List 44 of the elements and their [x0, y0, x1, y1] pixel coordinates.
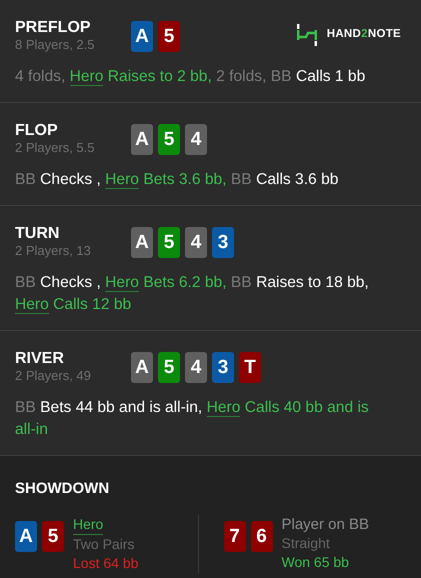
- street-title: FLOP: [15, 121, 59, 140]
- playing-card: 6: [250, 520, 272, 552]
- street-info: 2 Players, 5.5: [15, 140, 96, 155]
- playing-card: A: [15, 520, 37, 552]
- playing-card: A: [131, 352, 153, 383]
- hero-link[interactable]: Hero: [206, 399, 240, 417]
- playing-card: 4: [185, 352, 207, 383]
- action-sentence: BB Bets 44 bb and is all-in, Hero Calls 40 bb and is all-in: [15, 398, 370, 440]
- showdown-title: SHOWDOWN: [15, 479, 110, 499]
- hero-link[interactable]: Hero: [15, 296, 49, 314]
- playing-card: A: [131, 124, 153, 155]
- street-info: 2 Players, 13: [15, 243, 92, 258]
- playing-card: 3: [212, 227, 234, 258]
- playing-card: 3: [212, 352, 234, 383]
- playing-card: 5: [42, 520, 64, 552]
- player-name: Player on BB: [282, 514, 370, 534]
- playing-card: A: [131, 227, 153, 258]
- playing-card: A: [131, 21, 153, 52]
- playing-card: 4: [185, 124, 207, 155]
- action-sentence: BB Checks , Hero Bets 6.2 bb, BB Raises to 18 bb, Hero Calls 12 bb: [15, 273, 370, 316]
- playing-card: 4: [185, 227, 207, 258]
- playing-card: 7: [224, 520, 246, 552]
- street-title: TURN: [15, 224, 60, 243]
- logo-icon: [296, 24, 318, 46]
- playing-card: 5: [158, 21, 180, 52]
- hand-rank: Two Pairs: [73, 534, 136, 554]
- playing-card: 5: [158, 124, 180, 155]
- street-title: PREFLOP: [15, 18, 92, 37]
- hand-rank: Straight: [282, 534, 331, 552]
- result-text: Lost 64 bb: [73, 554, 138, 572]
- hero-link[interactable]: Hero: [70, 68, 104, 86]
- result-text: Won 65 bb: [282, 552, 350, 572]
- playing-card: 5: [158, 227, 180, 258]
- street-info: 8 Players, 2.5: [15, 37, 96, 52]
- playing-card: T: [239, 352, 261, 383]
- hero-link[interactable]: Hero: [105, 171, 139, 189]
- action-sentence: BB Checks , Hero Bets 3.6 bb, BB Calls 3.6 bb: [15, 170, 340, 191]
- street-info: 2 Players, 49: [15, 368, 92, 383]
- hero-link[interactable]: Hero: [105, 274, 139, 292]
- logo-text: HAND2NOTE: [326, 27, 401, 42]
- playing-card: 5: [158, 352, 180, 383]
- street-title: RIVER: [15, 349, 65, 368]
- hero-link[interactable]: Hero: [73, 514, 104, 534]
- action-sentence: 4 folds, Hero Raises to 2 bb, 2 folds, BB Calls 1 bb: [15, 67, 366, 88]
